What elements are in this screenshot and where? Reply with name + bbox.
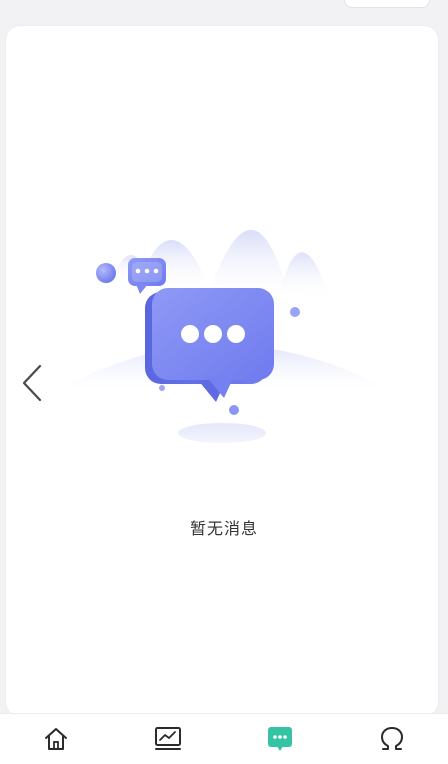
home-icon xyxy=(45,728,67,750)
message-icon xyxy=(268,727,292,751)
empty-message-illustration xyxy=(58,229,390,443)
bottom-tab-bar xyxy=(0,713,448,764)
screen: 暂无消息 xyxy=(0,0,448,764)
profile-icon xyxy=(381,727,403,750)
chart-icon xyxy=(155,727,181,750)
tab-messages[interactable] xyxy=(250,714,310,764)
tab-home[interactable] xyxy=(26,714,86,764)
chevron-left-icon[interactable] xyxy=(18,362,46,404)
tab-chart[interactable] xyxy=(138,714,198,764)
tab-profile[interactable] xyxy=(362,714,422,764)
top-edge-button[interactable] xyxy=(344,0,430,8)
empty-state-message: 暂无消息 xyxy=(189,519,258,538)
